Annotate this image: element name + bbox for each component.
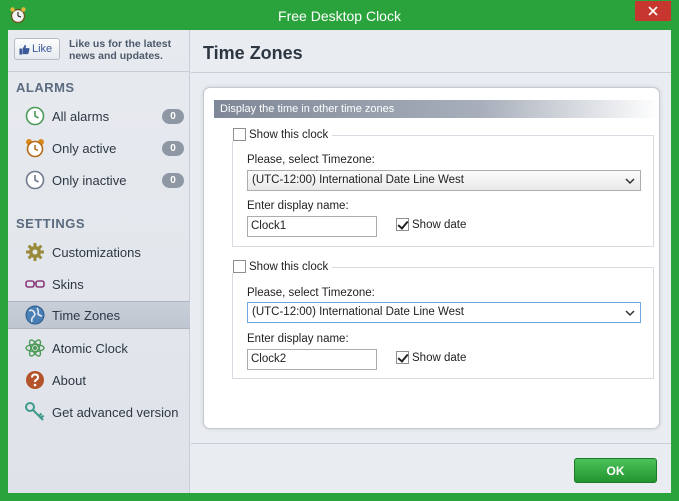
display-name-2-label: Enter display name: — [247, 333, 349, 345]
globe-icon — [25, 305, 45, 325]
sidebar-item-get-advanced-version[interactable]: Get advanced version — [8, 398, 190, 426]
show-date-1-option[interactable]: Show date — [396, 218, 466, 231]
sidebar-item-label: About — [52, 372, 86, 388]
page-title: Time Zones — [203, 43, 303, 63]
sidebar-item-label: Time Zones — [52, 307, 121, 323]
timezone-2-label: Please, select Timezone: — [247, 287, 375, 299]
count-badge: 0 — [162, 108, 184, 124]
timezone-2-value: (UTC-12:00) International Date Line West — [252, 306, 464, 318]
clock-group-1: Show this clock Please, select Timezone:… — [231, 128, 654, 247]
gear-icon — [26, 243, 44, 261]
chevron-down-icon — [625, 310, 635, 317]
show-clock-2-label: Show this clock — [249, 260, 329, 273]
chevron-down-icon — [625, 178, 635, 185]
show-date-1-checkbox[interactable] — [396, 218, 409, 231]
facebook-like-button[interactable]: Like — [14, 38, 60, 60]
sidebar-item-label: Get advanced version — [52, 404, 179, 420]
sidebar-item-about[interactable]: About — [8, 366, 190, 394]
sidebar: Like Like us for the latest news and upd… — [8, 30, 190, 493]
glasses-icon — [25, 280, 45, 288]
clock-icon — [25, 106, 45, 126]
like-box: Like Like us for the latest news and upd… — [8, 30, 190, 72]
show-date-2-option[interactable]: Show date — [396, 351, 466, 364]
sidebar-item-atomic-clock[interactable]: Atomic Clock — [8, 334, 190, 362]
sidebar-item-label: Atomic Clock — [52, 340, 128, 356]
title-bar[interactable]: Free Desktop Clock — [0, 0, 679, 30]
timezone-1-label: Please, select Timezone: — [247, 154, 375, 166]
panel-header: Display the time in other time zones — [214, 100, 659, 118]
sidebar-item-label: Only inactive — [52, 172, 127, 188]
main-content: Time Zones Display the time in other tim… — [191, 30, 671, 493]
ok-button[interactable]: OK — [574, 458, 657, 483]
atom-icon — [25, 339, 45, 357]
count-badge: 0 — [162, 140, 184, 156]
window-title: Free Desktop Clock — [278, 8, 401, 24]
settings-section-title: SETTINGS — [16, 216, 86, 231]
sidebar-item-only-inactive[interactable]: Only inactive 0 — [8, 166, 190, 194]
close-icon — [648, 6, 658, 16]
display-name-1-label: Enter display name: — [247, 200, 349, 212]
sidebar-item-only-active[interactable]: Only active 0 — [8, 134, 190, 162]
show-date-2-checkbox[interactable] — [396, 351, 409, 364]
client-area: Like Like us for the latest news and upd… — [8, 30, 671, 493]
like-promo-text: Like us for the latest news and updates. — [69, 38, 172, 62]
header-divider — [191, 72, 671, 73]
clock-group-2: Show this clock Please, select Timezone:… — [231, 260, 654, 379]
show-clock-2-checkbox[interactable] — [233, 260, 246, 273]
show-date-1-label: Show date — [412, 218, 467, 231]
show-clock-1-label: Show this clock — [249, 128, 329, 141]
sidebar-item-customizations[interactable]: Customizations — [8, 238, 190, 266]
display-name-1-input[interactable]: Clock1 — [247, 216, 377, 237]
close-button[interactable] — [635, 1, 671, 21]
thumbs-up-icon — [19, 44, 30, 55]
timezone-2-select[interactable]: (UTC-12:00) International Date Line West — [247, 302, 641, 323]
count-badge: 0 — [162, 172, 184, 188]
like-button-label: Like — [32, 43, 53, 55]
sidebar-item-label: Skins — [52, 276, 84, 292]
show-clock-1-checkbox[interactable] — [233, 128, 246, 141]
footer-divider — [191, 443, 671, 444]
timezone-1-value: (UTC-12:00) International Date Line West — [252, 174, 464, 186]
time-zones-panel: Display the time in other time zones Sho… — [203, 87, 660, 429]
sidebar-item-skins[interactable]: Skins — [8, 270, 190, 298]
question-icon — [26, 371, 44, 389]
show-clock-1-option[interactable]: Show this clock — [231, 128, 333, 141]
sidebar-item-label: All alarms — [52, 108, 110, 124]
alarm-clock-icon — [26, 139, 44, 158]
sidebar-item-time-zones[interactable]: Time Zones — [8, 301, 190, 329]
app-window: Free Desktop Clock Like Like us for the … — [0, 0, 679, 501]
alarms-section-title: ALARMS — [16, 80, 75, 95]
sidebar-item-label: Customizations — [52, 244, 141, 260]
sidebar-item-label: Only active — [52, 140, 117, 156]
show-date-2-label: Show date — [412, 351, 467, 364]
timezone-1-select[interactable]: (UTC-12:00) International Date Line West — [247, 170, 641, 191]
key-icon — [25, 402, 45, 421]
clock-inactive-icon — [25, 170, 45, 190]
sidebar-item-all-alarms[interactable]: All alarms 0 — [8, 102, 190, 130]
show-clock-2-option[interactable]: Show this clock — [231, 260, 333, 273]
display-name-2-input[interactable]: Clock2 — [247, 349, 377, 370]
